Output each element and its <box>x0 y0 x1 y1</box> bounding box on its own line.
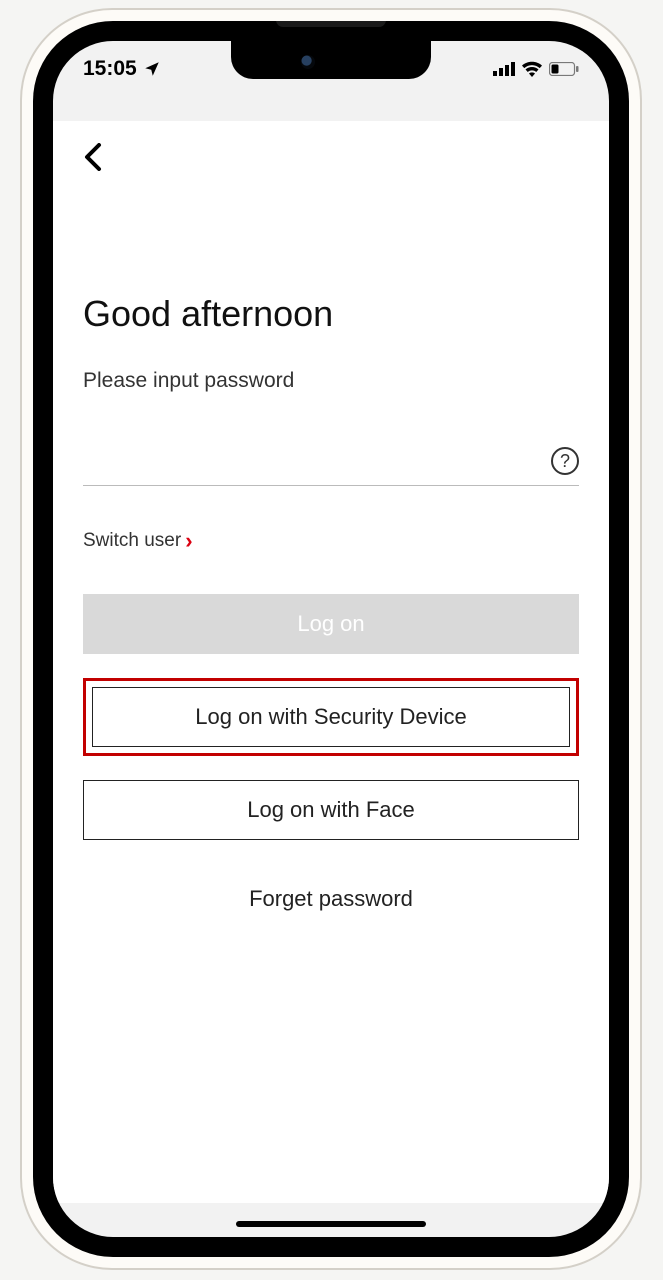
logon-face-label: Log on with Face <box>247 797 415 823</box>
question-mark-icon: ? <box>560 451 570 472</box>
switch-user-link[interactable]: Switch user › <box>83 528 193 554</box>
logon-label: Log on <box>297 611 364 637</box>
password-row: ? <box>83 447 579 486</box>
battery-icon <box>549 62 579 76</box>
status-bar: 15:05 <box>53 41 609 97</box>
forget-password-label: Forget password <box>249 886 413 911</box>
logon-button[interactable]: Log on <box>83 594 579 654</box>
chevron-left-icon <box>84 143 102 171</box>
forget-password-link[interactable]: Forget password <box>83 886 579 912</box>
phone-bezel: 15:05 Good afternoon Please input passwo… <box>33 21 629 1257</box>
location-icon <box>143 60 161 78</box>
back-button[interactable] <box>77 141 109 173</box>
chevron-right-icon: › <box>185 528 192 554</box>
cellular-icon <box>493 62 515 76</box>
greeting-heading: Good afternoon <box>83 293 579 335</box>
status-right <box>493 61 579 77</box>
phone-frame: 15:05 Good afternoon Please input passwo… <box>22 10 640 1268</box>
logon-security-device-button[interactable]: Log on with Security Device <box>92 687 570 747</box>
status-left: 15:05 <box>83 57 161 81</box>
home-indicator[interactable] <box>236 1221 426 1227</box>
security-device-highlight: Log on with Security Device <box>83 678 579 756</box>
app-content: Good afternoon Please input password ? S… <box>53 121 609 1203</box>
password-help-button[interactable]: ? <box>551 447 579 475</box>
speaker-grille <box>276 21 386 27</box>
password-input[interactable] <box>83 447 551 475</box>
status-time: 15:05 <box>83 57 137 81</box>
screen: 15:05 Good afternoon Please input passwo… <box>53 41 609 1237</box>
password-prompt: Please input password <box>83 369 579 393</box>
logon-security-label: Log on with Security Device <box>195 704 466 730</box>
switch-user-label: Switch user <box>83 530 181 552</box>
logon-face-button[interactable]: Log on with Face <box>83 780 579 840</box>
wifi-icon <box>521 61 543 77</box>
